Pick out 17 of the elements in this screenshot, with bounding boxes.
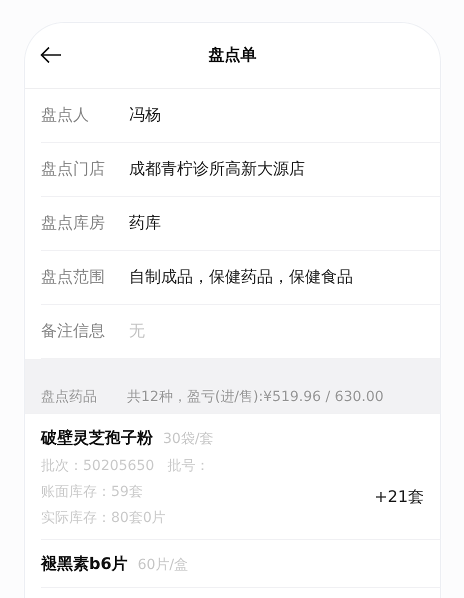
info-label: 盘点门店 bbox=[41, 159, 106, 180]
info-value: 自制成品，保健药品，保健食品 bbox=[129, 267, 353, 288]
info-label: 盘点人 bbox=[41, 105, 90, 126]
info-label: 盘点范围 bbox=[41, 267, 106, 288]
summary-text: 共12种，盈亏(进/售):¥519.96 / 630.00 bbox=[127, 388, 384, 406]
info-value: 无 bbox=[129, 321, 145, 342]
info-value: 药库 bbox=[129, 213, 161, 234]
stock-difference: +21套 bbox=[374, 487, 424, 508]
info-value: 成都青柠诊所高新大源店 bbox=[129, 159, 305, 180]
info-value: 冯杨 bbox=[129, 105, 161, 126]
page-title: 盘点单 bbox=[208, 45, 256, 66]
back-arrow-icon[interactable] bbox=[40, 46, 62, 64]
summary-label: 盘点药品 bbox=[41, 388, 97, 406]
medicine-name: 破壁灵芝孢子粉 bbox=[41, 428, 153, 449]
medicine-name: 褪黑素b6片 bbox=[41, 554, 128, 575]
info-label: 盘点库房 bbox=[41, 213, 106, 234]
info-label: 备注信息 bbox=[41, 321, 106, 342]
